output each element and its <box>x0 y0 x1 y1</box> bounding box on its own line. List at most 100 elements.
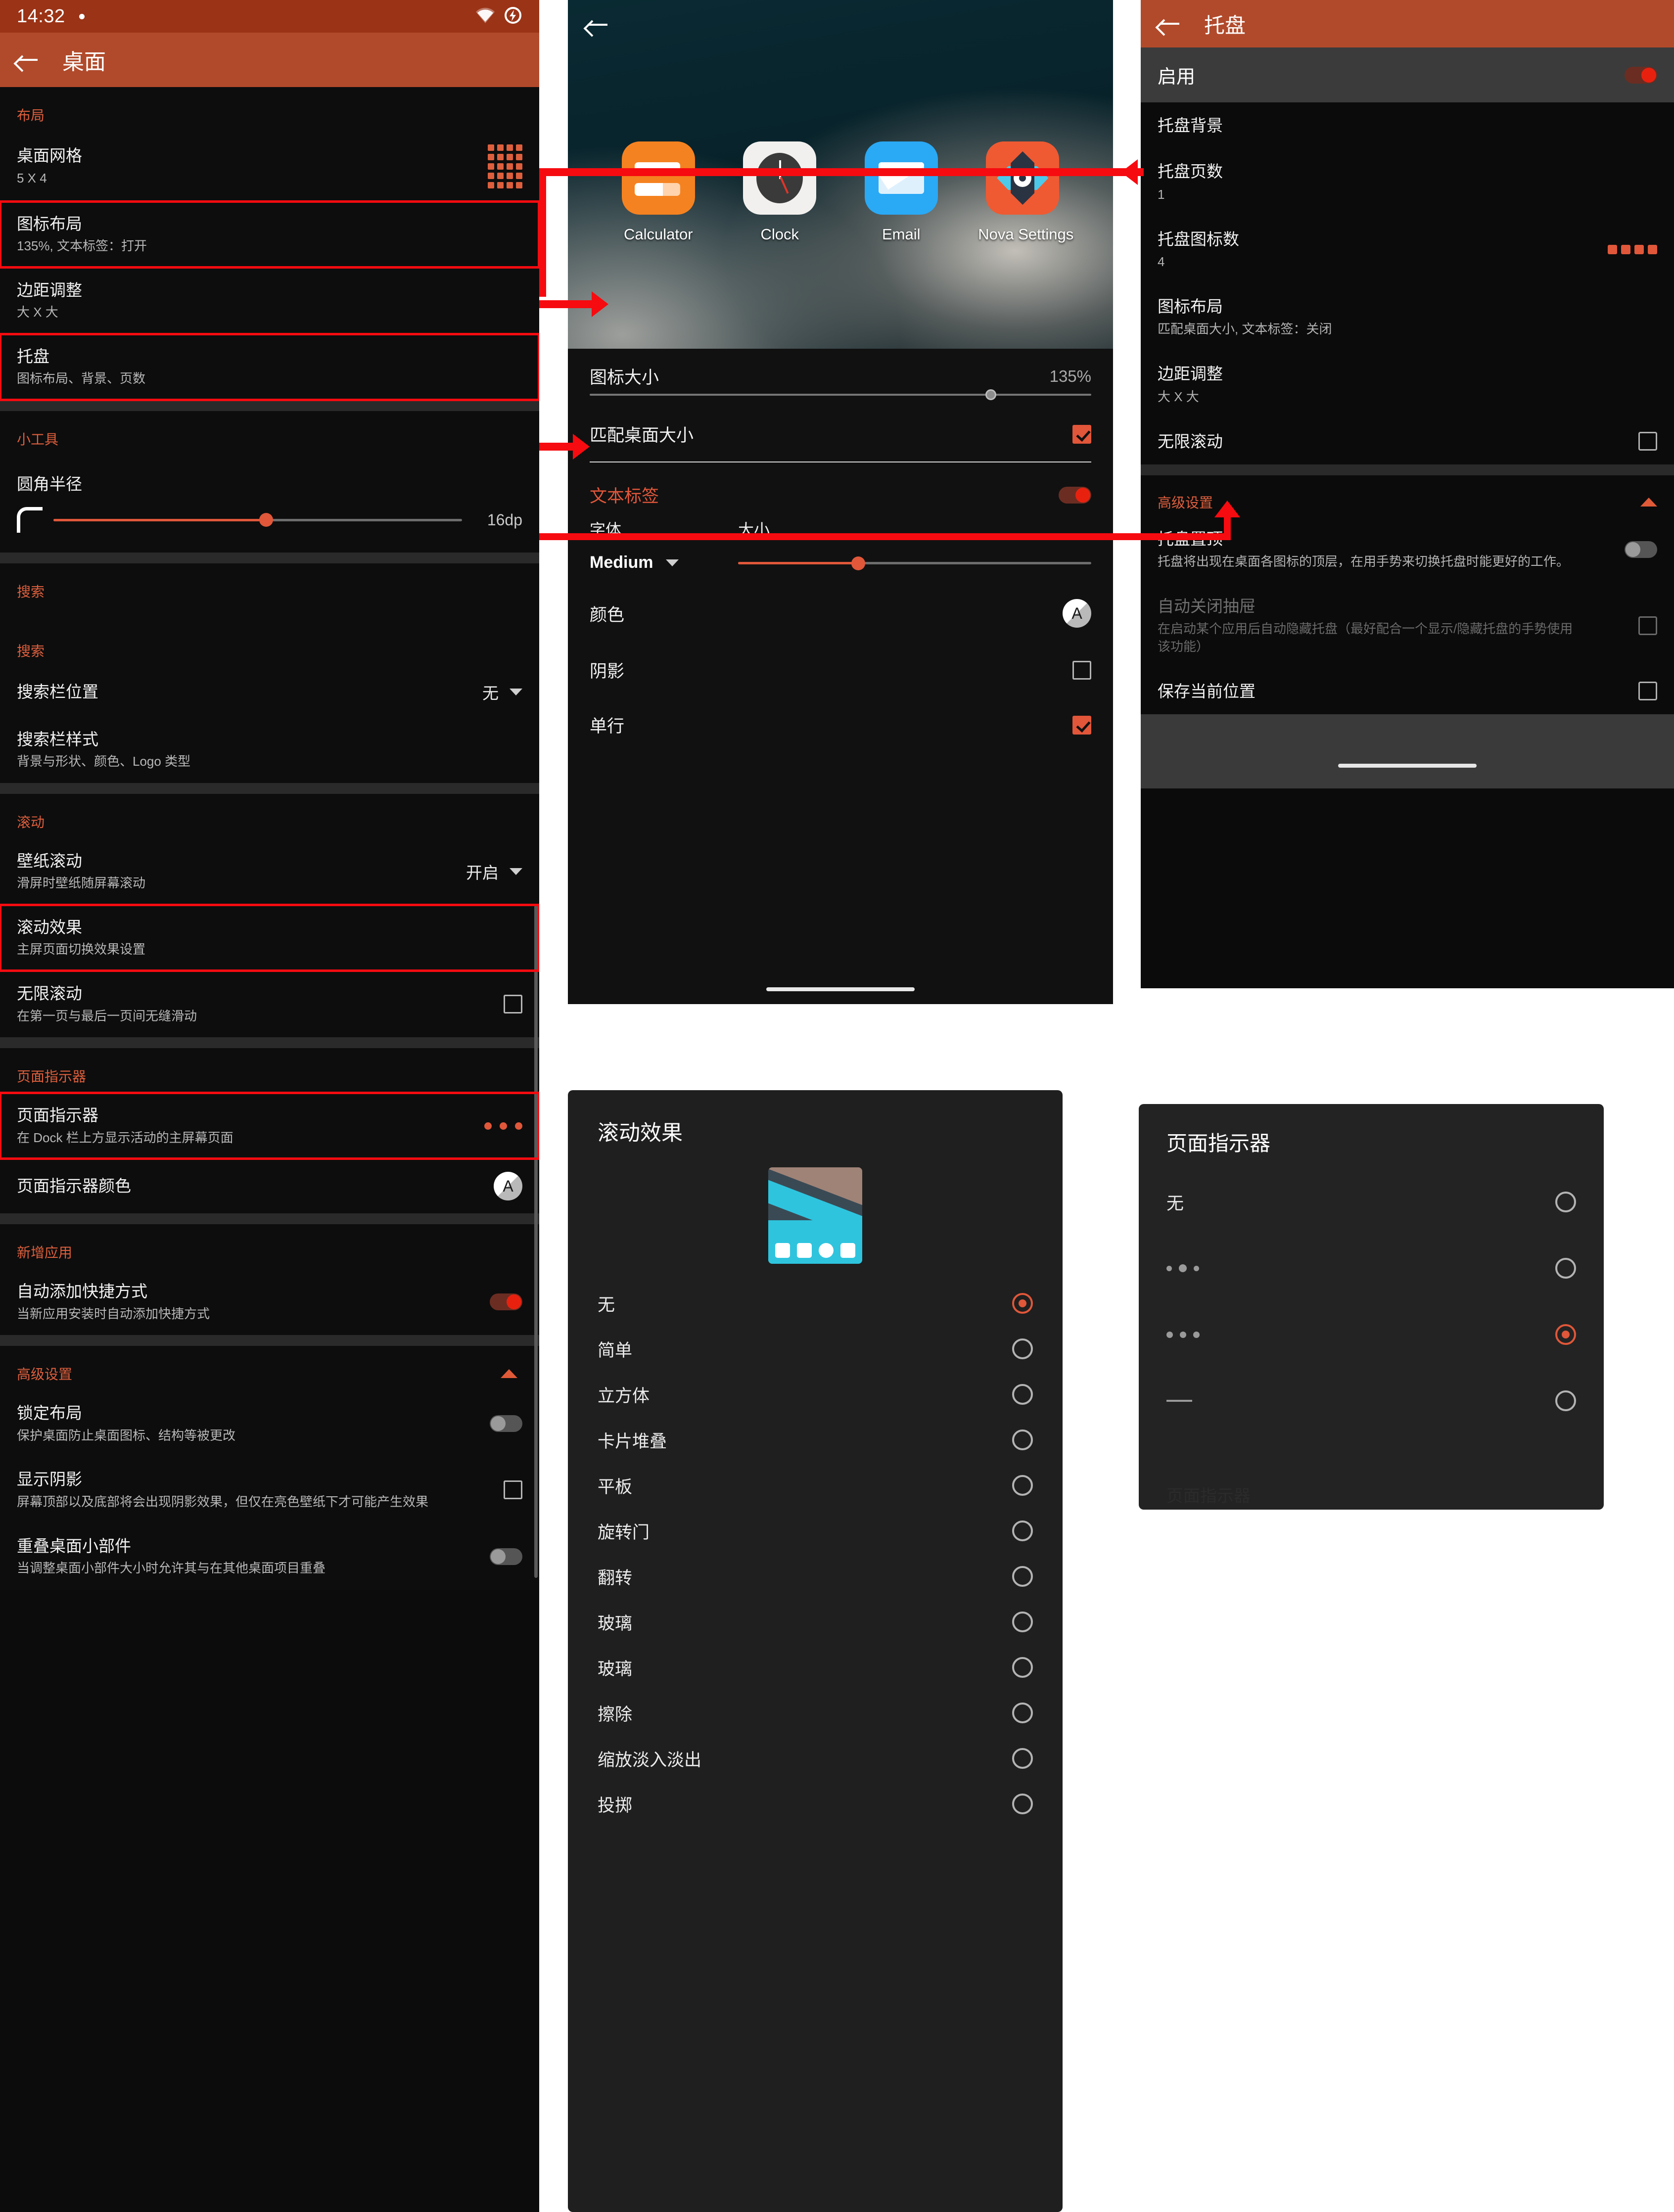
row-lock-layout[interactable]: 锁定布局 保护桌面防止桌面图标、结构等被更改 <box>0 1390 539 1457</box>
caret-up-icon[interactable] <box>1640 497 1657 507</box>
option-radio[interactable] <box>1012 1521 1033 1541</box>
row-text-label[interactable]: 文本标签 <box>568 462 1113 514</box>
scroll-option-zoom-fade[interactable]: 缩放淡入淡出 <box>568 1736 1063 1781</box>
row-page-indicator[interactable]: 页面指示器 在 Dock 栏上方显示活动的主屏幕页面 <box>0 1092 539 1160</box>
wallpaper-scroll-dropdown[interactable]: 开启 <box>466 860 522 883</box>
option-radio[interactable] <box>1012 1703 1033 1723</box>
scroll-option-flip[interactable]: 翻转 <box>568 1554 1063 1599</box>
option-radio[interactable] <box>1012 1384 1033 1405</box>
infinite-scroll-checkbox[interactable] <box>504 995 522 1014</box>
option-radio[interactable] <box>1555 1324 1576 1345</box>
lock-layout-toggle[interactable] <box>490 1415 522 1432</box>
color-swatch-icon[interactable]: A <box>494 1172 522 1201</box>
page-indicator-option-dots-pill[interactable] <box>1139 1235 1604 1301</box>
preview-app-calculator[interactable]: Calculator <box>614 141 703 243</box>
corner-radius-slider-row[interactable]: 16dp <box>0 503 539 553</box>
auto-add-shortcut-toggle[interactable] <box>490 1293 522 1311</box>
scroll-effect-dialog: 滚动效果 无 简单 立方体 卡片堆叠 平板 旋转门 翻转 玻璃 玻璃 擦除 缩放… <box>568 1090 1063 2212</box>
scroll-option-revolving-door[interactable]: 旋转门 <box>568 1508 1063 1554</box>
scroll-option-glass-1[interactable]: 玻璃 <box>568 1599 1063 1645</box>
scroll-option-cube[interactable]: 立方体 <box>568 1372 1063 1417</box>
row-overlap-widgets[interactable]: 重叠桌面小部件 当调整桌面小部件大小时允许其与在其他桌面项目重叠 <box>0 1523 539 1590</box>
section-scroll: 滚动 壁纸滚动 滑屏时壁纸随屏幕滚动 开启 滚动效果 主屏页面切换效果设置 无限… <box>0 794 539 1038</box>
text-label-toggle[interactable] <box>1059 486 1091 504</box>
scroll-option-simple[interactable]: 简单 <box>568 1326 1063 1372</box>
scroll-option-tablet[interactable]: 平板 <box>568 1463 1063 1508</box>
row-tray-infinite-scroll[interactable]: 无限滚动 <box>1141 418 1674 464</box>
text-shadow-checkbox[interactable] <box>1072 660 1091 680</box>
single-line-checkbox[interactable] <box>1072 715 1091 735</box>
save-current-position-checkbox[interactable] <box>1638 682 1657 701</box>
tray-on-top-toggle[interactable] <box>1625 541 1657 558</box>
option-radio[interactable] <box>1012 1475 1033 1496</box>
scroll-option-card-stack[interactable]: 卡片堆叠 <box>568 1417 1063 1463</box>
row-margin-adjust[interactable]: 边距调整 大 X 大 <box>0 268 539 334</box>
icon-size-slider[interactable] <box>590 389 1091 400</box>
section-header-advanced[interactable]: 高级设置 <box>0 1346 539 1390</box>
match-desktop-size-checkbox[interactable] <box>1072 424 1091 444</box>
row-tray-pages[interactable]: 托盘页数 1 <box>1141 148 1674 216</box>
preview-app-nova-settings[interactable]: Nova Settings <box>978 141 1073 243</box>
preview-app-clock[interactable]: Clock <box>735 141 824 243</box>
row-search-bar-position[interactable]: 搜索栏位置 无 <box>0 667 539 717</box>
option-radio[interactable] <box>1555 1192 1576 1212</box>
option-radio[interactable] <box>1555 1390 1576 1411</box>
back-arrow-icon[interactable] <box>586 13 609 37</box>
row-tray-icon-layout[interactable]: 图标布局 匹配桌面大小, 文本标签：关闭 <box>1141 283 1674 351</box>
row-icon-layout[interactable]: 图标布局 135%, 文本标签：打开 <box>0 200 539 269</box>
option-radio[interactable] <box>1012 1794 1033 1814</box>
option-radio[interactable] <box>1012 1429 1033 1450</box>
page-indicator-option-none[interactable]: 无 <box>1139 1169 1604 1235</box>
scroll-option-wipe[interactable]: 擦除 <box>568 1690 1063 1736</box>
option-radio[interactable] <box>1012 1748 1033 1769</box>
color-swatch-icon[interactable]: A <box>1063 599 1091 628</box>
option-radio[interactable] <box>1012 1612 1033 1632</box>
search-bar-position-dropdown[interactable]: 无 <box>482 680 522 704</box>
font-dropdown[interactable]: Medium <box>590 553 738 572</box>
row-single-line[interactable]: 单行 <box>568 697 1113 752</box>
caret-up-icon[interactable] <box>501 1369 517 1379</box>
option-radio[interactable] <box>1012 1566 1033 1587</box>
option-radio[interactable] <box>1012 1338 1033 1359</box>
row-text-shadow[interactable]: 阴影 <box>568 643 1113 697</box>
preview-app-email[interactable]: Email <box>857 141 946 243</box>
row-tray-background[interactable]: 托盘背景 <box>1141 102 1674 148</box>
tray-enable-toggle[interactable] <box>1625 66 1657 84</box>
option-label: 擦除 <box>598 1705 633 1724</box>
corner-radius-slider[interactable] <box>53 513 462 527</box>
scroll-option-glass-2[interactable]: 玻璃 <box>568 1645 1063 1690</box>
show-shadow-checkbox[interactable] <box>504 1480 522 1500</box>
scrollbar-thumb[interactable] <box>534 905 538 1578</box>
icon-size-slider-row[interactable] <box>568 389 1113 407</box>
back-arrow-icon[interactable] <box>1158 12 1181 36</box>
row-infinite-scroll[interactable]: 无限滚动 在第一页与最后一页间无缝滑动 <box>0 971 539 1037</box>
overlap-widgets-toggle[interactable] <box>490 1548 522 1565</box>
row-text-color[interactable]: 颜色 A <box>568 577 1113 643</box>
row-scroll-effect[interactable]: 滚动效果 主屏页面切换效果设置 <box>0 904 539 972</box>
row-tray-enable[interactable]: 启用 <box>1141 47 1674 102</box>
option-radio[interactable] <box>1555 1258 1576 1279</box>
page-indicator-option-dots-equal[interactable] <box>1139 1301 1604 1368</box>
scroll-option-none[interactable]: 无 <box>568 1281 1063 1326</box>
row-subtitle: 在第一页与最后一页间无缝滑动 <box>17 1008 197 1023</box>
page-indicator-option-dash[interactable] <box>1139 1368 1604 1434</box>
row-tray-margin[interactable]: 边距调整 大 X 大 <box>1141 351 1674 418</box>
row-search-bar-style[interactable]: 搜索栏样式 背景与形状、颜色、Logo 类型 <box>0 717 539 783</box>
option-radio[interactable] <box>1012 1657 1033 1678</box>
text-size-slider[interactable] <box>738 556 1091 570</box>
row-auto-add-shortcut[interactable]: 自动添加快捷方式 当新应用安装时自动添加快捷方式 <box>0 1269 539 1335</box>
option-radio[interactable] <box>1012 1293 1033 1314</box>
scroll-option-throw[interactable]: 投掷 <box>568 1781 1063 1827</box>
row-tray-icon-count[interactable]: 托盘图标数 4 <box>1141 216 1674 283</box>
tray-enable-label: 启用 <box>1158 67 1196 88</box>
row-tray[interactable]: 托盘 图标布局、背景、页数 <box>0 333 539 402</box>
row-wallpaper-scroll[interactable]: 壁纸滚动 滑屏时壁纸随屏幕滚动 开启 <box>0 838 539 905</box>
tray-infinite-scroll-checkbox[interactable] <box>1638 432 1657 451</box>
row-tray-on-top[interactable]: 托盘置顶 托盘将出现在桌面各图标的顶层，在用手势来切换托盘时能更好的工作。 <box>1141 516 1674 583</box>
row-save-current-position[interactable]: 保存当前位置 <box>1141 668 1674 714</box>
row-page-indicator-color[interactable]: 页面指示器颜色 A <box>0 1159 539 1213</box>
row-desktop-grid[interactable]: 桌面网格 5 X 4 <box>0 132 539 201</box>
back-arrow-icon[interactable] <box>16 48 40 72</box>
row-show-shadow[interactable]: 显示阴影 屏幕顶部以及底部将会出现阴影效果，但仅在亮色壁纸下才可能产生效果 <box>0 1457 539 1523</box>
row-match-desktop-size[interactable]: 匹配桌面大小 <box>568 407 1113 461</box>
